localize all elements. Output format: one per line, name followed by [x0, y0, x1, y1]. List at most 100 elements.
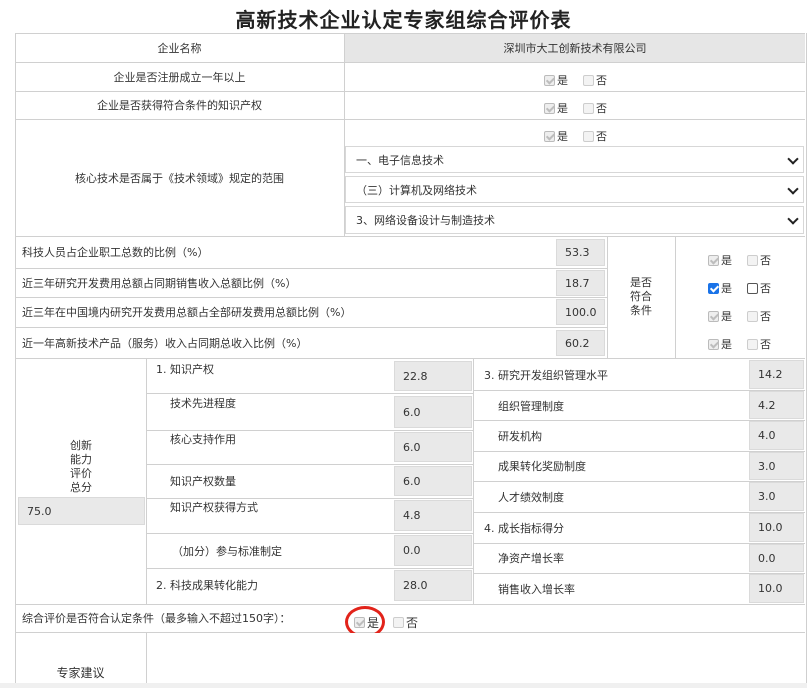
no-label: 否 — [760, 254, 771, 267]
checkbox-icon[interactable] — [708, 282, 719, 294]
innovation-item-label: 2. 科技成果转化能力 — [156, 579, 258, 592]
checkbox-icon[interactable] — [747, 282, 758, 294]
core-tech-no-option[interactable]: 否 — [583, 128, 607, 144]
ratio2-no-option[interactable]: 否 — [747, 280, 771, 296]
no-label: 否 — [760, 310, 771, 323]
innovation-item-value: 4.2 — [749, 391, 804, 419]
innovation-item-label: 3. 研究开发组织管理水平 — [484, 369, 608, 382]
checkbox-icon[interactable] — [393, 617, 404, 628]
yes-label: 是 — [721, 282, 732, 295]
yes-label: 是 — [557, 130, 568, 143]
no-label: 否 — [760, 338, 771, 351]
no-label: 否 — [406, 616, 419, 630]
select-value: （三）计算机及网络技术 — [356, 183, 477, 197]
registered-yes-option[interactable]: 是 — [544, 72, 568, 88]
no-label: 否 — [760, 282, 771, 295]
row-divider — [146, 568, 473, 569]
checkbox-icon[interactable] — [708, 310, 719, 322]
expert-suggestion-label: 专家建议 — [56, 665, 105, 680]
checkbox-icon[interactable] — [708, 338, 719, 350]
innovation-item-value: 14.2 — [749, 360, 804, 389]
checkbox-icon[interactable] — [544, 130, 555, 142]
ratio-label: 近三年研究开发费用总额占同期销售收入总额比例（%） — [22, 276, 297, 290]
innovation-item-label: 核心支持作用 — [170, 433, 236, 446]
innovation-item-value: 10.0 — [749, 513, 804, 542]
select-value: 3、网络设备设计与制造技术 — [356, 214, 495, 227]
innovation-item-label: （加分）参与标准制定 — [172, 545, 282, 558]
row-divider — [15, 358, 805, 359]
innovation-item-label: 成果转化奖励制度 — [498, 460, 586, 473]
ratio-value: 60.2 — [556, 330, 605, 356]
innovation-item-value: 4.8 — [394, 500, 472, 531]
innovation-item-value: 4.0 — [749, 421, 804, 450]
innovation-item-label: 人才绩效制度 — [498, 491, 564, 504]
overall-no-option[interactable]: 否 — [393, 614, 418, 631]
company-name-label: 企业名称 — [157, 41, 202, 55]
checkbox-icon[interactable] — [583, 74, 594, 86]
checkbox-icon[interactable] — [708, 254, 719, 266]
conditions-label: 是否符合条件 — [630, 276, 652, 317]
innovation-item-value: 0.0 — [749, 544, 804, 572]
select-value: 一、电子信息技术 — [356, 153, 444, 167]
innovation-label: 创新能力评价总分 — [70, 439, 92, 494]
yes-label: 是 — [721, 254, 732, 267]
ratio-value: 53.3 — [556, 239, 605, 266]
ratio-value: 18.7 — [556, 270, 605, 296]
ratio-label: 近三年在中国境内研究开发费用总额占全部研发费用总额比例（%） — [22, 306, 352, 319]
yes-label: 是 — [721, 338, 732, 351]
innovation-item-label: 销售收入增长率 — [498, 583, 575, 596]
innovation-item-value: 3.0 — [749, 452, 804, 480]
chevron-down-icon — [787, 152, 799, 165]
checkbox-icon[interactable] — [544, 74, 555, 86]
innovation-item-label: 净资产增长率 — [498, 552, 564, 565]
ratio-label: 近一年高新技术产品（服务）收入占同期总收入比例（%） — [22, 336, 308, 350]
ratio-value: 100.0 — [556, 299, 605, 325]
overall-evaluation-label: 综合评价是否符合认定条件（最多输入不超过150字）： — [22, 612, 291, 625]
ratio1-yes-option[interactable]: 是 — [708, 252, 732, 268]
checkbox-icon[interactable] — [747, 254, 758, 266]
checkbox-icon[interactable] — [747, 310, 758, 322]
ratio2-yes-option[interactable]: 是 — [708, 280, 732, 296]
innovation-item-label: 组织管理制度 — [498, 399, 564, 413]
company-name-value: 深圳市大工创新技术有限公司 — [345, 34, 805, 62]
ip-yes-option[interactable]: 是 — [544, 100, 568, 116]
registered-question: 企业是否注册成立一年以上 — [113, 70, 246, 84]
ratio-label: 科技人员占企业职工总数的比例（%） — [22, 246, 209, 259]
registered-no-option[interactable]: 否 — [583, 72, 607, 88]
innovation-total: 75.0 — [18, 497, 145, 525]
checkbox-icon[interactable] — [747, 338, 758, 350]
ip-no-option[interactable]: 否 — [583, 100, 607, 116]
innovation-item-value: 3.0 — [749, 482, 804, 511]
tech-item-select[interactable]: 3、网络设备设计与制造技术 — [345, 206, 804, 234]
innovation-item-value: 28.0 — [394, 570, 472, 601]
innovation-item-label: 技术先进程度 — [170, 397, 236, 410]
expert-suggestion-input[interactable] — [147, 633, 804, 688]
no-label: 否 — [596, 130, 607, 143]
innovation-item-label: 研发机构 — [498, 430, 542, 443]
ratio1-no-option[interactable]: 否 — [747, 252, 771, 268]
innovation-item-value: 10.0 — [749, 574, 804, 603]
ratio4-no-option[interactable]: 否 — [747, 336, 771, 352]
bottom-edge — [0, 683, 807, 688]
no-label: 否 — [596, 102, 607, 115]
no-label: 否 — [596, 74, 607, 87]
tech-domain-select[interactable]: 一、电子信息技术 — [345, 146, 804, 173]
checkbox-icon[interactable] — [583, 102, 594, 114]
innovation-item-label: 1. 知识产权 — [156, 363, 214, 376]
innovation-item-value: 6.0 — [394, 432, 472, 462]
innovation-item-label: 知识产权获得方式 — [170, 501, 258, 514]
chevron-down-icon — [787, 213, 799, 225]
innovation-item-value: 22.8 — [394, 361, 472, 391]
yes-label: 是 — [721, 310, 732, 323]
innovation-item-label: 知识产权数量 — [170, 475, 236, 488]
ratio3-yes-option[interactable]: 是 — [708, 308, 732, 324]
checkbox-icon[interactable] — [583, 130, 594, 142]
ratio4-yes-option[interactable]: 是 — [708, 336, 732, 352]
tech-subdomain-select[interactable]: （三）计算机及网络技术 — [345, 176, 804, 203]
col-divider — [607, 236, 608, 358]
ratio3-no-option[interactable]: 否 — [747, 308, 771, 324]
checkbox-icon[interactable] — [544, 102, 555, 114]
col-divider — [675, 236, 676, 358]
yes-label: 是 — [557, 102, 568, 115]
core-tech-yes-option[interactable]: 是 — [544, 128, 568, 144]
